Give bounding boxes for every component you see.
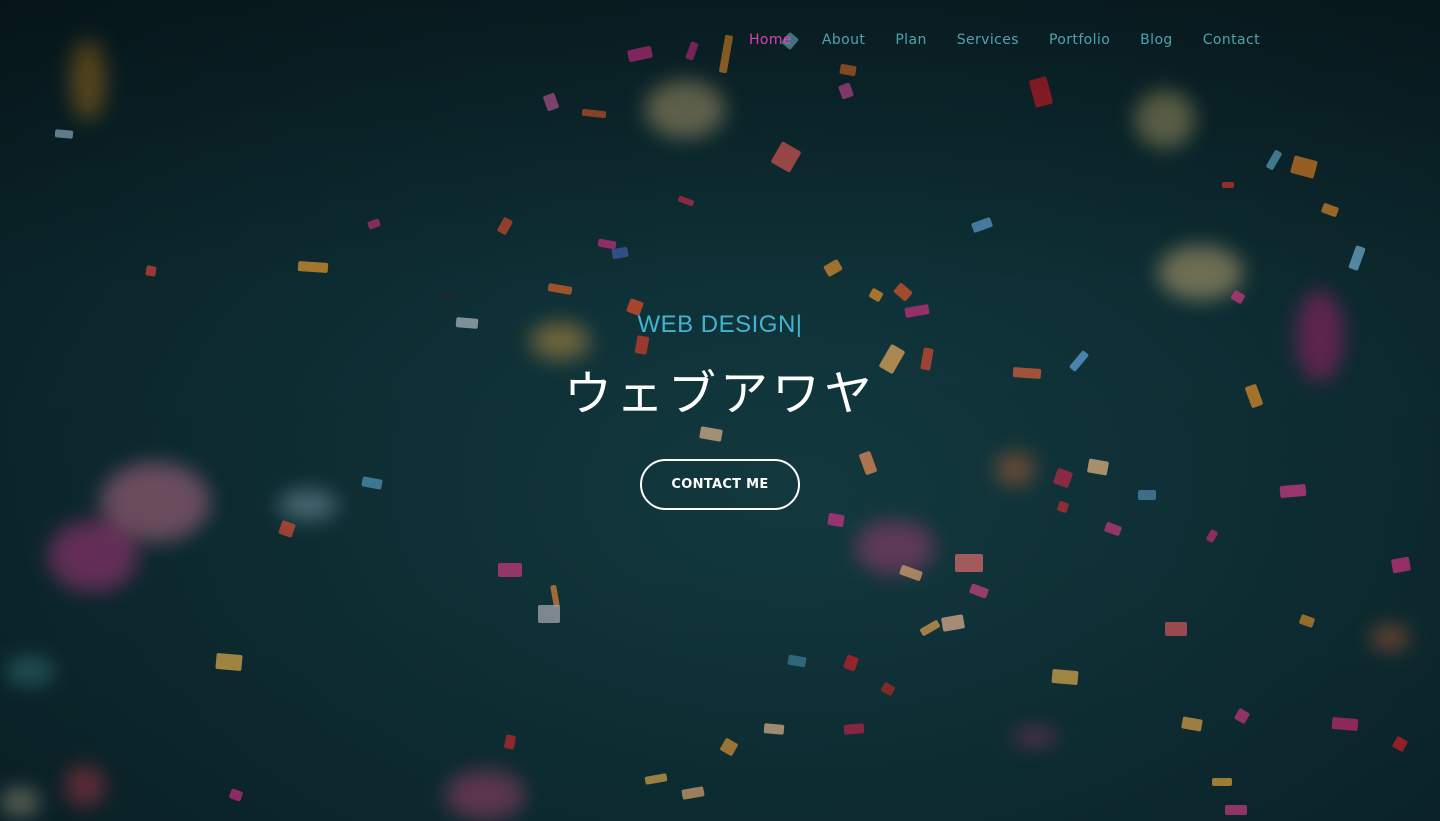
hero-title: ウェブアワヤ [563,366,876,422]
nav-link-plan[interactable]: Plan [895,30,926,50]
nav-link-portfolio[interactable]: Portfolio [1049,30,1110,50]
nav-link-services[interactable]: Services [957,30,1019,50]
nav-link-home[interactable]: Home [749,30,792,50]
main-nav: Home About Plan Services Portfolio Blog … [749,30,1260,50]
nav-link-blog[interactable]: Blog [1140,30,1173,50]
nav-link-contact[interactable]: Contact [1203,30,1260,50]
contact-me-button[interactable]: CONTACT ME [640,459,800,510]
hero-content: WEB DESIGN| ウェブアワヤ CONTACT ME [0,308,1440,510]
hero-subtitle: WEB DESIGN| [637,311,803,338]
hero-section: Home About Plan Services Portfolio Blog … [0,0,1440,821]
nav-link-about[interactable]: About [822,30,865,50]
